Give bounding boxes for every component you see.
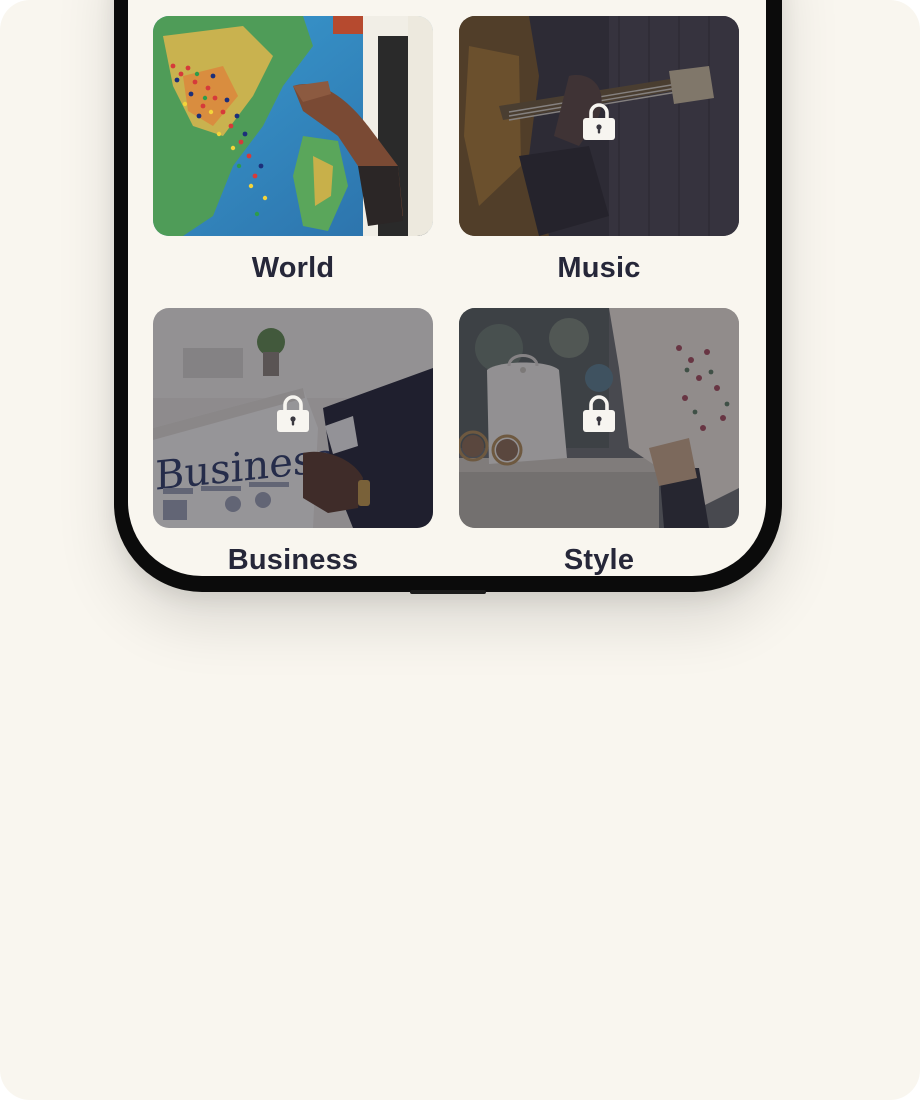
category-label-business: Business xyxy=(227,544,359,576)
lock-icon xyxy=(277,395,309,432)
lock-icon xyxy=(583,103,615,140)
page-background: World Music Business Business Style xyxy=(0,0,920,1100)
lock-icon xyxy=(583,395,615,432)
category-label-style: Style xyxy=(563,544,635,576)
category-card-business[interactable]: Business Business xyxy=(153,308,433,576)
category-card-music[interactable]: Music xyxy=(459,16,739,290)
category-card-world[interactable]: World xyxy=(153,16,433,290)
handbag-image[interactable] xyxy=(459,308,739,528)
category-label-music: Music xyxy=(557,252,641,284)
guitar-image[interactable] xyxy=(459,16,739,236)
newspaper-image[interactable]: Business xyxy=(153,308,433,528)
phone-screen: World Music Business Business Style xyxy=(128,0,766,576)
world-map-image[interactable] xyxy=(153,16,433,236)
phone-bottom-edge xyxy=(410,590,486,594)
category-card-style[interactable]: Style xyxy=(459,308,739,576)
category-grid: World Music Business Business Style xyxy=(153,16,739,576)
phone-frame: World Music Business Business Style xyxy=(114,0,782,594)
category-label-world: World xyxy=(251,252,335,284)
